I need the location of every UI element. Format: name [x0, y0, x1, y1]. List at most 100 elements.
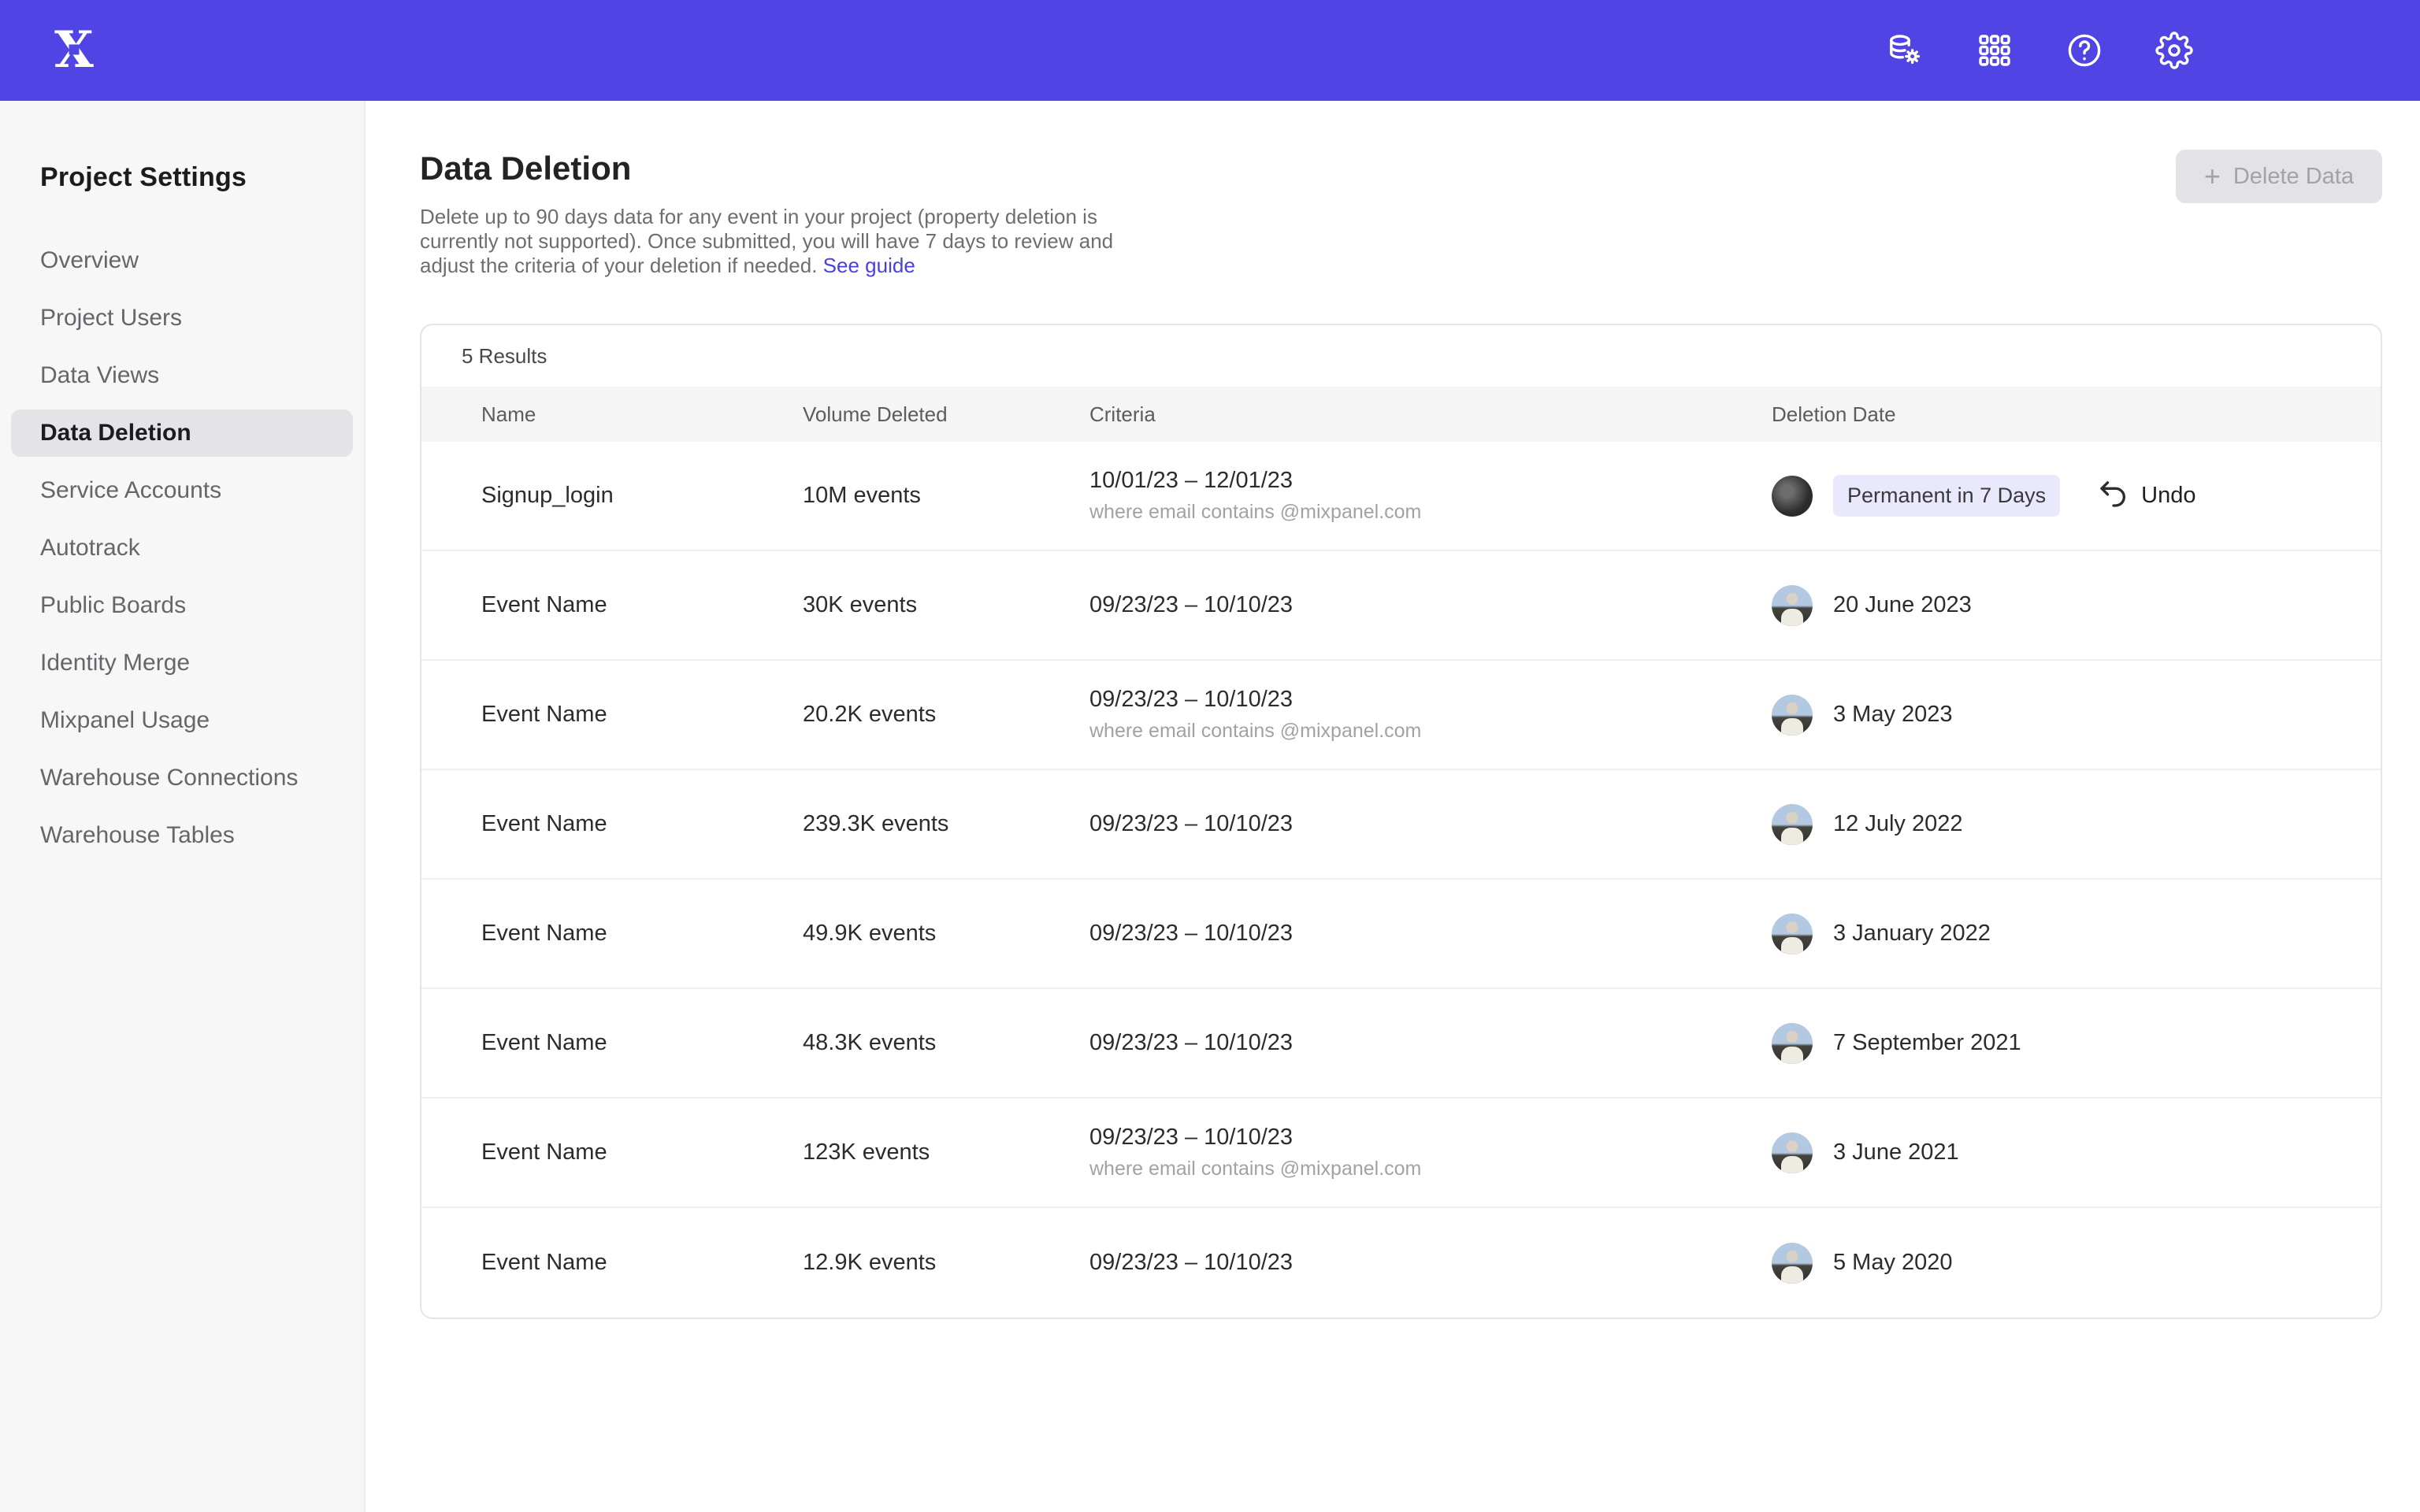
cell-volume: 20.2K events [803, 702, 1089, 728]
page-title: Data Deletion [420, 150, 2382, 187]
sidebar-item-label: Overview [40, 247, 139, 274]
sidebar-item-overview[interactable]: Overview [11, 237, 353, 284]
topbar-icon-group [1886, 32, 2193, 69]
avatar [1772, 476, 1813, 517]
cell-deletion-date: 3 May 2023 [1772, 695, 2381, 736]
sidebar-item-mixpanel-usage[interactable]: Mixpanel Usage [11, 697, 353, 744]
criteria-filter: where email contains @mixpanel.com [1089, 1158, 1772, 1180]
event-name: Event Name [481, 1140, 803, 1166]
main-content: Data Deletion Delete up to 90 days data … [366, 101, 2420, 1512]
volume-deleted: 48.3K events [803, 1030, 1089, 1056]
cell-name: Event Name [421, 811, 803, 837]
event-name: Event Name [481, 702, 803, 728]
avatar [1772, 914, 1813, 954]
event-name: Event Name [481, 1250, 803, 1276]
sidebar-item-data-deletion[interactable]: Data Deletion [11, 410, 353, 457]
sidebar-item-autotrack[interactable]: Autotrack [11, 524, 353, 572]
cell-volume: 12.9K events [803, 1250, 1089, 1276]
cell-deletion-date: 3 June 2021 [1772, 1132, 2381, 1173]
criteria-filter: where email contains @mixpanel.com [1089, 501, 1772, 524]
criteria-range: 10/01/23 – 12/01/23 [1089, 468, 1772, 494]
mixpanel-logo-icon[interactable]: X [49, 20, 99, 80]
cell-criteria: 09/23/23 – 10/10/23 [1089, 1030, 1772, 1056]
settings-sidebar: Project Settings Overview Project Users Da… [0, 101, 366, 1512]
avatar [1772, 1023, 1813, 1064]
column-header-volume-deleted: Volume Deleted [803, 402, 1089, 427]
sidebar-item-label: Service Accounts [40, 477, 221, 504]
sidebar-item-label: Data Views [40, 362, 159, 389]
sidebar-item-identity-merge[interactable]: Identity Merge [11, 639, 353, 687]
results-count: 5 Results [421, 325, 2381, 387]
avatar [1772, 1132, 1813, 1173]
deletion-date: 12 July 2022 [1833, 811, 1962, 837]
cell-name: Event Name [421, 1250, 803, 1276]
sidebar-item-service-accounts[interactable]: Service Accounts [11, 467, 353, 514]
data-management-icon[interactable] [1886, 32, 1924, 69]
avatar [1772, 1243, 1813, 1284]
column-header-name: Name [421, 402, 803, 427]
cell-criteria: 09/23/23 – 10/10/23 [1089, 592, 1772, 618]
cell-name: Signup_login [421, 483, 803, 509]
criteria-range: 09/23/23 – 10/10/23 [1089, 1125, 1772, 1151]
table-row: Event Name49.9K events09/23/23 – 10/10/2… [421, 880, 2381, 989]
cell-name: Event Name [421, 592, 803, 618]
cell-criteria: 09/23/23 – 10/10/23 [1089, 811, 1772, 837]
sidebar-item-label: Warehouse Tables [40, 822, 235, 849]
cell-criteria: 09/23/23 – 10/10/23 where email contains … [1089, 1125, 1772, 1180]
settings-icon[interactable] [2155, 32, 2193, 69]
deletion-date: 3 May 2023 [1833, 702, 1953, 728]
column-header-deletion-date: Deletion Date [1772, 402, 2381, 427]
cell-deletion-date: 3 January 2022 [1772, 914, 2381, 954]
volume-deleted: 20.2K events [803, 702, 1089, 728]
criteria-range: 09/23/23 – 10/10/23 [1089, 811, 1772, 837]
deletion-table-card: 5 Results NameVolume DeletedCriteriaDele… [420, 324, 2382, 1319]
logo-center-square [69, 44, 80, 54]
delete-data-button-label: Delete Data [2233, 164, 2354, 190]
top-navigation-bar: X [0, 0, 2420, 101]
event-name: Event Name [481, 811, 803, 837]
sidebar-item-label: Project Users [40, 305, 182, 332]
see-guide-link[interactable]: See guide [823, 254, 915, 277]
deletion-date: 3 June 2021 [1833, 1140, 1959, 1166]
avatar [1772, 695, 1813, 736]
table-header-row: NameVolume DeletedCriteriaDeletion Date [421, 387, 2381, 442]
event-name: Event Name [481, 921, 803, 947]
volume-deleted: 10M events [803, 483, 1089, 509]
cell-deletion-date: 20 June 2023 [1772, 585, 2381, 626]
volume-deleted: 12.9K events [803, 1250, 1089, 1276]
sidebar-item-data-views[interactable]: Data Views [11, 352, 353, 399]
apps-grid-icon[interactable] [1976, 32, 2014, 69]
table-row: Event Name30K events09/23/23 – 10/10/232… [421, 551, 2381, 661]
cell-criteria: 09/23/23 – 10/10/23where email contains … [1089, 687, 1772, 743]
sidebar-item-public-boards[interactable]: Public Boards [11, 582, 353, 629]
table-body: Signup_login10M events10/01/23 – 12/01/2… [421, 442, 2381, 1317]
cell-name: Event Name [421, 921, 803, 947]
sidebar-item-warehouse-tables[interactable]: Warehouse Tables [11, 812, 353, 859]
page-header: Data Deletion Delete up to 90 days data … [366, 101, 2420, 278]
sidebar-item-label: Public Boards [40, 592, 186, 619]
sidebar-title: Project Settings [40, 162, 364, 193]
sidebar-item-warehouse-connections[interactable]: Warehouse Connections [11, 754, 353, 802]
sidebar-item-label: Warehouse Connections [40, 765, 298, 791]
cell-volume: 49.9K events [803, 921, 1089, 947]
criteria-range: 09/23/23 – 10/10/23 [1089, 921, 1772, 947]
app-root: X [0, 0, 2420, 1512]
delete-data-button[interactable]: + Delete Data [2176, 150, 2382, 203]
volume-deleted: 123K events [803, 1140, 1089, 1166]
sidebar-nav: Overview Project Users Data Views Data Dele… [0, 237, 364, 859]
table-row: Event Name123K events09/23/23 – 10/10/23… [421, 1099, 2381, 1208]
table-row: Event Name239.3K events09/23/23 – 10/10/… [421, 770, 2381, 880]
undo-icon [2098, 478, 2129, 513]
criteria-range: 09/23/23 – 10/10/23 [1089, 592, 1772, 618]
help-icon[interactable] [2066, 32, 2103, 69]
criteria-range: 09/23/23 – 10/10/23 [1089, 1030, 1772, 1056]
deletion-date: 5 May 2020 [1833, 1250, 1953, 1276]
description-text: Delete up to 90 days data for any event … [420, 205, 1113, 277]
table-row: Event Name12.9K events09/23/23 – 10/10/2… [421, 1208, 2381, 1317]
permanent-badge: Permanent in 7 Days [1833, 475, 2060, 517]
event-name: Signup_login [481, 483, 803, 509]
volume-deleted: 239.3K events [803, 811, 1089, 837]
undo-button[interactable]: Undo [2098, 478, 2195, 513]
sidebar-item-project-users[interactable]: Project Users [11, 295, 353, 342]
event-name: Event Name [481, 592, 803, 618]
